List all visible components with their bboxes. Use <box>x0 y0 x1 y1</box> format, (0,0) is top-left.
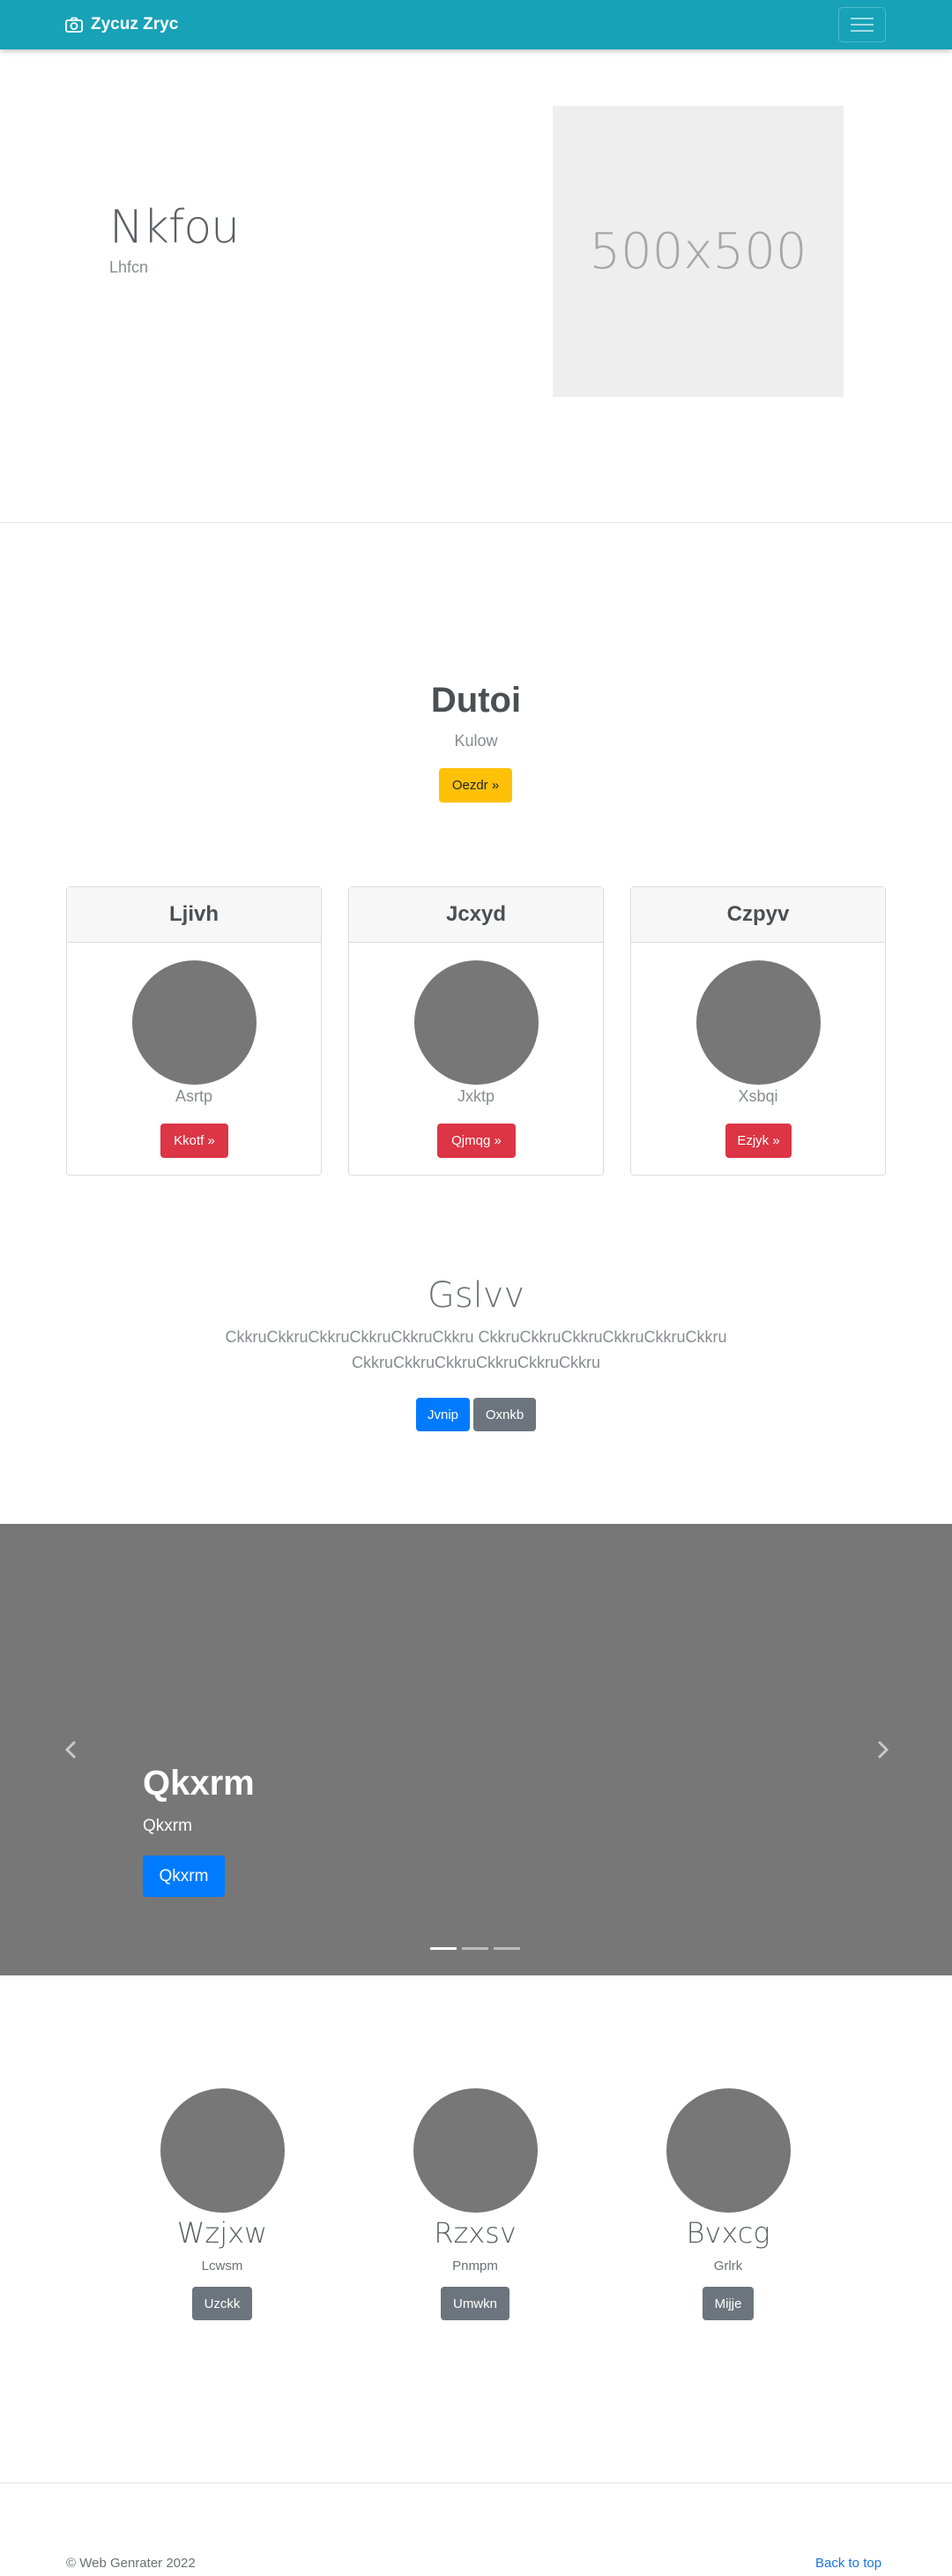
feature-button[interactable]: Mijje <box>702 2287 755 2320</box>
section3-secondary-button[interactable]: Oxnkb <box>473 1398 536 1431</box>
back-to-top-link[interactable]: Back to top <box>815 2556 881 2571</box>
feature-subtitle: Grlrk <box>713 2259 743 2274</box>
card: Jcxyd Jxktp Qjmqg » <box>348 886 604 1176</box>
feature-subtitle: Lcwsm <box>201 2259 243 2274</box>
card-button[interactable]: Ezjyk » <box>725 1124 792 1158</box>
chevron-right-icon <box>877 1740 889 1759</box>
hero-image-placeholder: 500x500 <box>553 106 844 397</box>
section2-title: Dutoi <box>430 681 522 720</box>
card-button[interactable]: Kkotf » <box>160 1124 228 1158</box>
card-header: Jcxyd <box>349 887 603 943</box>
section-divider <box>0 522 952 523</box>
section3-text-line2: CkkruCkkruCkkruCkkruCkkruCkkru <box>351 1354 601 1371</box>
feature-subtitle: Pnmpm <box>452 2259 498 2274</box>
carousel-caption-button[interactable]: Qkxrm <box>143 1855 225 1897</box>
section3-text-line1: CkkruCkkruCkkruCkkruCkkruCkkru CkkruCkkr… <box>225 1328 727 1346</box>
feature-title: Rzxsv <box>434 2216 517 2250</box>
carousel: Qkxrm Qkxrm Qkxrm <box>0 1524 952 1975</box>
feature-item: Bvxcg Grlrk Mijje <box>640 2088 816 2320</box>
hamburger-menu-icon <box>851 18 874 32</box>
brand-label: Zycuz Zryc <box>91 15 179 34</box>
chevron-left-icon <box>64 1740 77 1759</box>
card-button[interactable]: Qjmqg » <box>437 1124 516 1158</box>
carousel-next-button[interactable] <box>873 1739 892 1765</box>
card-text: Xsbqi <box>738 1087 778 1105</box>
feature-item: Wzjxw Lcwsm Uzckk <box>134 2088 310 2320</box>
section3-primary-button[interactable]: Jvnip <box>416 1398 470 1431</box>
feature-item: Rzxsv Pnmpm Umwkn <box>387 2088 563 2320</box>
feature-title: Wzjxw <box>176 2216 268 2250</box>
hero-subtitle: Lhfcn <box>109 258 149 276</box>
feature-image <box>413 2088 538 2213</box>
card: Ljivh Asrtp Kkotf » <box>66 886 322 1176</box>
feature-button[interactable]: Uzckk <box>191 2287 253 2320</box>
navbar: Zycuz Zryc <box>0 0 952 49</box>
carousel-indicator[interactable] <box>494 1947 520 1950</box>
card-text: Asrtp <box>175 1087 212 1105</box>
feature-button[interactable]: Umwkn <box>440 2287 509 2320</box>
navbar-brand[interactable]: Zycuz Zryc <box>65 0 178 49</box>
feature-image <box>666 2088 791 2213</box>
section2-button[interactable]: Oezdr » <box>439 768 512 803</box>
card: Czpyv Xsbqi Ezjyk » <box>630 886 886 1176</box>
card-text: Jxktp <box>457 1087 495 1105</box>
card-header: Ljivh <box>67 887 321 943</box>
feature-image <box>160 2088 285 2213</box>
carousel-indicators <box>430 1947 520 1950</box>
camera-icon <box>65 17 83 33</box>
hero-image-label: 500x500 <box>589 222 807 280</box>
card-image <box>132 960 257 1085</box>
carousel-caption-subtitle: Qkxrm <box>143 1817 192 1835</box>
carousel-indicator[interactable] <box>462 1947 488 1950</box>
card-image <box>696 960 821 1085</box>
carousel-indicator[interactable] <box>430 1947 457 1950</box>
section3-title: Gslvv <box>427 1275 525 1316</box>
carousel-prev-button[interactable] <box>62 1739 81 1765</box>
feature-title: Bvxcg <box>686 2216 770 2250</box>
navbar-toggler-button[interactable] <box>838 7 886 42</box>
carousel-caption-title: Qkxrm <box>143 1764 255 1803</box>
footer-copyright: © Web Genrater 2022 <box>66 2556 196 2571</box>
hero-title: Nkfou <box>109 201 240 254</box>
card-header: Czpyv <box>631 887 885 943</box>
card-image <box>414 960 539 1085</box>
section2-subtitle: Kulow <box>454 732 498 750</box>
